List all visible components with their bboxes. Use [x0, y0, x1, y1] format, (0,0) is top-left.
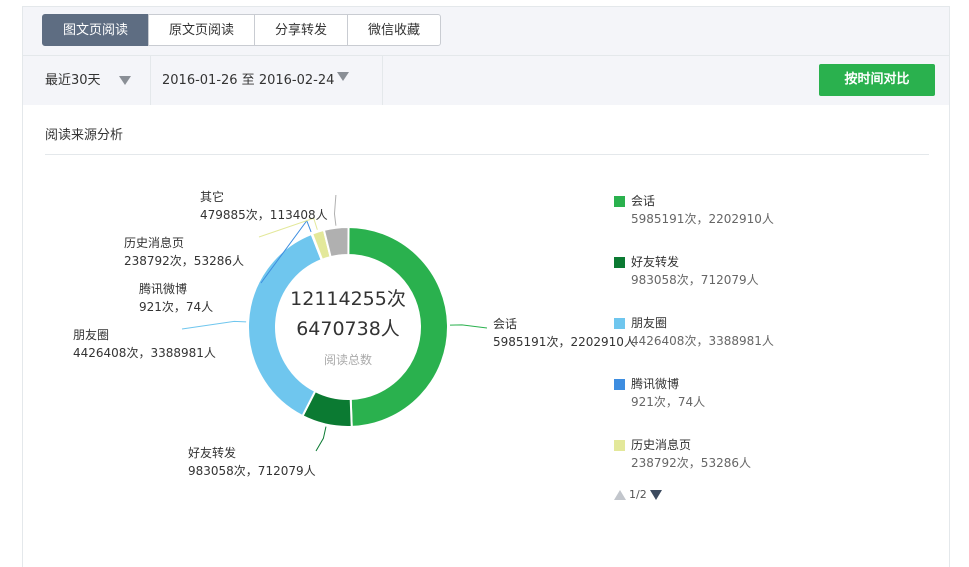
- legend-item-name: 腾讯微博: [631, 377, 680, 391]
- legend-swatch: [614, 440, 625, 451]
- label-connector: [449, 324, 488, 329]
- slice-label-name: 会话: [493, 317, 517, 331]
- label-connector: [315, 426, 327, 452]
- legend-swatch: [614, 318, 625, 329]
- label-connector: [333, 194, 337, 226]
- legend-item-stats: 5985191次，2202910人: [631, 212, 774, 226]
- pager-text: 1/2: [629, 488, 647, 501]
- slice-label-stats: 983058次，712079人: [188, 464, 316, 478]
- slice-label-stats: 238792次，53286人: [124, 254, 244, 268]
- slice-label-stats: 5985191次，2202910人: [493, 335, 636, 349]
- slice-label-name: 其它: [200, 189, 224, 204]
- slice-label-stats: 479885次，113408人: [200, 208, 328, 222]
- legend-item-stats: 921次，74人: [631, 395, 706, 409]
- legend-item-stats: 4426408次，3388981人: [631, 334, 774, 348]
- slice-label-name: 腾讯微博: [139, 281, 187, 296]
- slice-label-name: 朋友圈: [73, 328, 109, 342]
- legend-swatch: [614, 257, 625, 268]
- legend-item-stats: 983058次，712079人: [631, 273, 759, 287]
- slice-label-name: 历史消息页: [124, 235, 184, 250]
- legend-item-name: 朋友圈: [631, 316, 668, 330]
- center-total-views: 12114255次: [290, 288, 406, 310]
- legend-item-name: 历史消息页: [631, 438, 692, 452]
- center-total-people: 6470738人: [296, 318, 400, 340]
- pager-next-icon[interactable]: [650, 490, 662, 500]
- legend-item-name: 好友转发: [631, 255, 680, 269]
- donut-chart: 会话 5985191次，2202910人好友转发 983058次，712079人 朋友…: [73, 189, 636, 478]
- center-caption: 阅读总数: [324, 352, 372, 367]
- slice-label-name: 好友转发: [188, 445, 236, 460]
- legend-item-stats: 238792次，53286人: [631, 456, 751, 470]
- pager-prev-icon[interactable]: [614, 490, 626, 500]
- slice-label-stats: 921次，74人: [139, 300, 213, 314]
- legend-swatch: [614, 379, 625, 390]
- slice-label-stats: 4426408次，3388981人: [73, 346, 216, 360]
- label-connector: [181, 320, 247, 330]
- legend-swatch: [614, 196, 625, 207]
- legend-item-name: 会话: [631, 194, 656, 208]
